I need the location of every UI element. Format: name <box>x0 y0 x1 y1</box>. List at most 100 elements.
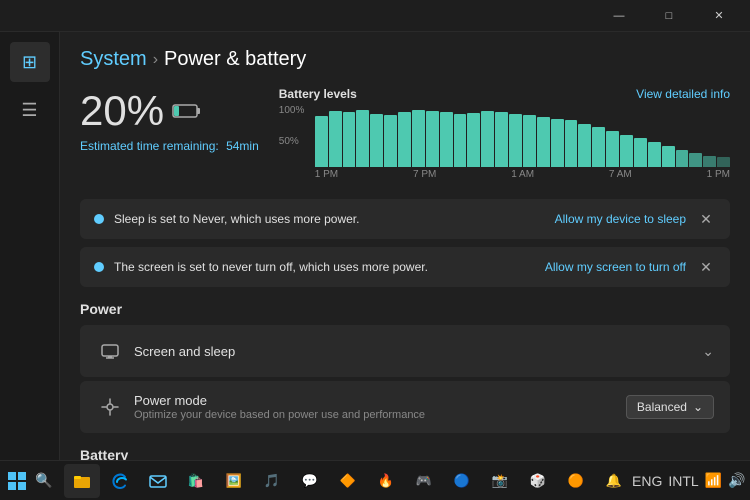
taskbar-app1[interactable]: 🎵 <box>254 464 290 498</box>
chart-bar-1 <box>329 111 342 167</box>
minimize-button[interactable]: — <box>596 0 642 32</box>
breadcrumb-current: Power & battery <box>164 48 306 71</box>
chart-bar-27 <box>689 153 702 167</box>
notification-sleep: Sleep is set to Never, which uses more p… <box>80 199 730 239</box>
notif-dot-sleep <box>94 214 104 224</box>
taskbar-search[interactable]: 🔍 <box>26 464 62 498</box>
power-mode-info: Power mode Optimize your device based on… <box>134 393 626 421</box>
screen-sleep-row[interactable]: Screen and sleep ⌄ <box>80 325 730 377</box>
taskbar-app7[interactable]: 📸 <box>482 464 518 498</box>
sidebar-icon-system[interactable]: ⊞ <box>10 42 50 82</box>
chart-bar-9 <box>440 112 453 167</box>
taskbar-app5[interactable]: 🎮 <box>406 464 442 498</box>
chart-link[interactable]: View detailed info <box>636 87 730 101</box>
chart-bar-18 <box>565 120 578 167</box>
chart-bars-area: 1 PM 7 PM 1 AM 7 AM 1 PM <box>315 105 730 185</box>
notifications-area: Sleep is set to Never, which uses more p… <box>80 199 730 287</box>
power-mode-dropdown[interactable]: Balanced ⌄ <box>626 395 714 419</box>
taskbar-apps: 🔍 🛍️ 🖼️ 🎵 💬 🔶 🔥 🎮 🔵 📸 🎲 🟠 🔔 <box>26 464 632 498</box>
close-button[interactable]: ✕ <box>696 0 742 32</box>
x-label-7am: 7 AM <box>609 169 632 180</box>
tray-region: INTL <box>668 473 698 489</box>
notif-action-sleep[interactable]: Allow my device to sleep <box>555 212 686 226</box>
chart-bar-0 <box>315 116 328 167</box>
notification-screen: The screen is set to never turn off, whi… <box>80 247 730 287</box>
estimated-value: 54min <box>226 139 259 153</box>
chart-bar-2 <box>343 112 356 167</box>
battery-percent-value: 20% <box>80 87 164 135</box>
estimated-time: Estimated time remaining: 54min <box>80 139 259 153</box>
power-mode-dropdown-arrow: ⌄ <box>693 400 703 414</box>
power-mode-control: Balanced ⌄ <box>626 395 714 419</box>
sidebar-icon-nav1[interactable]: ☰ <box>10 90 50 130</box>
tray-lang[interactable]: ENG <box>632 473 662 489</box>
taskbar: 🔍 🛍️ 🖼️ 🎵 💬 🔶 🔥 🎮 🔵 📸 🎲 🟠 🔔 ENG INTL 📶 🔊… <box>0 460 750 500</box>
taskbar-photos[interactable]: 🖼️ <box>216 464 252 498</box>
chart-bar-29 <box>717 157 730 167</box>
screen-sleep-name: Screen and sleep <box>134 344 702 359</box>
taskbar-explorer[interactable] <box>64 464 100 498</box>
power-mode-row[interactable]: Power mode Optimize your device based on… <box>80 381 730 433</box>
notif-text-screen: The screen is set to never turn off, whi… <box>114 260 535 274</box>
chart-bar-19 <box>578 124 591 167</box>
main-panel: System › Power & battery 20% Estimated t… <box>60 32 750 460</box>
windows-logo <box>8 472 26 490</box>
breadcrumb-separator: › <box>153 51 158 69</box>
taskbar-app6[interactable]: 🔵 <box>444 464 480 498</box>
notif-text-sleep: Sleep is set to Never, which uses more p… <box>114 212 545 226</box>
title-bar: — □ ✕ <box>0 0 750 32</box>
battery-percent-display: 20% <box>80 87 259 135</box>
power-mode-value: Balanced <box>637 400 687 414</box>
chart-bar-17 <box>551 119 564 167</box>
chart-bar-25 <box>662 146 675 167</box>
chart-bar-26 <box>676 150 689 167</box>
chart-bar-16 <box>537 117 550 167</box>
taskbar-store[interactable]: 🛍️ <box>178 464 214 498</box>
chart-bar-3 <box>356 110 369 167</box>
top-section: 20% Estimated time remaining: 54min Batt… <box>80 87 730 185</box>
chart-x-labels: 1 PM 7 PM 1 AM 7 AM 1 PM <box>315 169 730 180</box>
chart-bar-11 <box>467 113 480 167</box>
chart-bar-7 <box>412 110 425 167</box>
battery-section-label: Battery <box>80 447 730 460</box>
notif-close-screen[interactable]: ✕ <box>696 257 716 277</box>
notif-dot-screen <box>94 262 104 272</box>
chart-bar-20 <box>592 127 605 167</box>
screen-sleep-icon <box>96 337 124 365</box>
tray-sound[interactable]: 🔊 <box>728 472 745 489</box>
chart-bar-14 <box>509 114 522 167</box>
taskbar-app10[interactable]: 🔔 <box>596 464 632 498</box>
notif-close-sleep[interactable]: ✕ <box>696 209 716 229</box>
x-label-1am: 1 AM <box>511 169 534 180</box>
sidebar: ⊞ ☰ <box>0 32 60 460</box>
taskbar-app2[interactable]: 💬 <box>292 464 328 498</box>
chart-y-50: 50% <box>279 136 315 147</box>
estimated-label: Estimated time remaining: <box>80 139 219 153</box>
taskbar-mail[interactable] <box>140 464 176 498</box>
chart-bar-10 <box>454 114 467 167</box>
power-section-label: Power <box>80 301 730 317</box>
taskbar-app8[interactable]: 🎲 <box>520 464 556 498</box>
taskbar-start[interactable] <box>8 466 26 496</box>
taskbar-app9[interactable]: 🟠 <box>558 464 594 498</box>
chart-bar-5 <box>384 115 397 167</box>
taskbar-app4[interactable]: 🔥 <box>368 464 404 498</box>
x-label-1pm: 1 PM <box>315 169 338 180</box>
power-mode-name: Power mode <box>134 393 626 408</box>
maximize-button[interactable]: □ <box>646 0 692 32</box>
tray-wifi[interactable]: 📶 <box>705 472 722 489</box>
notif-action-screen[interactable]: Allow my screen to turn off <box>545 260 686 274</box>
taskbar-tray: ENG INTL 📶 🔊 🔋 1:14 PM 7/28/2021 <box>632 465 750 496</box>
screen-sleep-info: Screen and sleep <box>134 344 702 359</box>
edge-icon <box>111 472 129 490</box>
taskbar-edge[interactable] <box>102 464 138 498</box>
chart-bar-6 <box>398 112 411 167</box>
chart-y-labels: 100% 50% <box>279 105 315 167</box>
chart-header: Battery levels View detailed info <box>279 87 730 101</box>
chart-bar-22 <box>620 135 633 167</box>
power-mode-icon <box>96 393 124 421</box>
breadcrumb-parent[interactable]: System <box>80 48 147 71</box>
taskbar-app3[interactable]: 🔶 <box>330 464 366 498</box>
x-label-7pm: 7 PM <box>413 169 436 180</box>
battery-icon <box>172 102 202 120</box>
